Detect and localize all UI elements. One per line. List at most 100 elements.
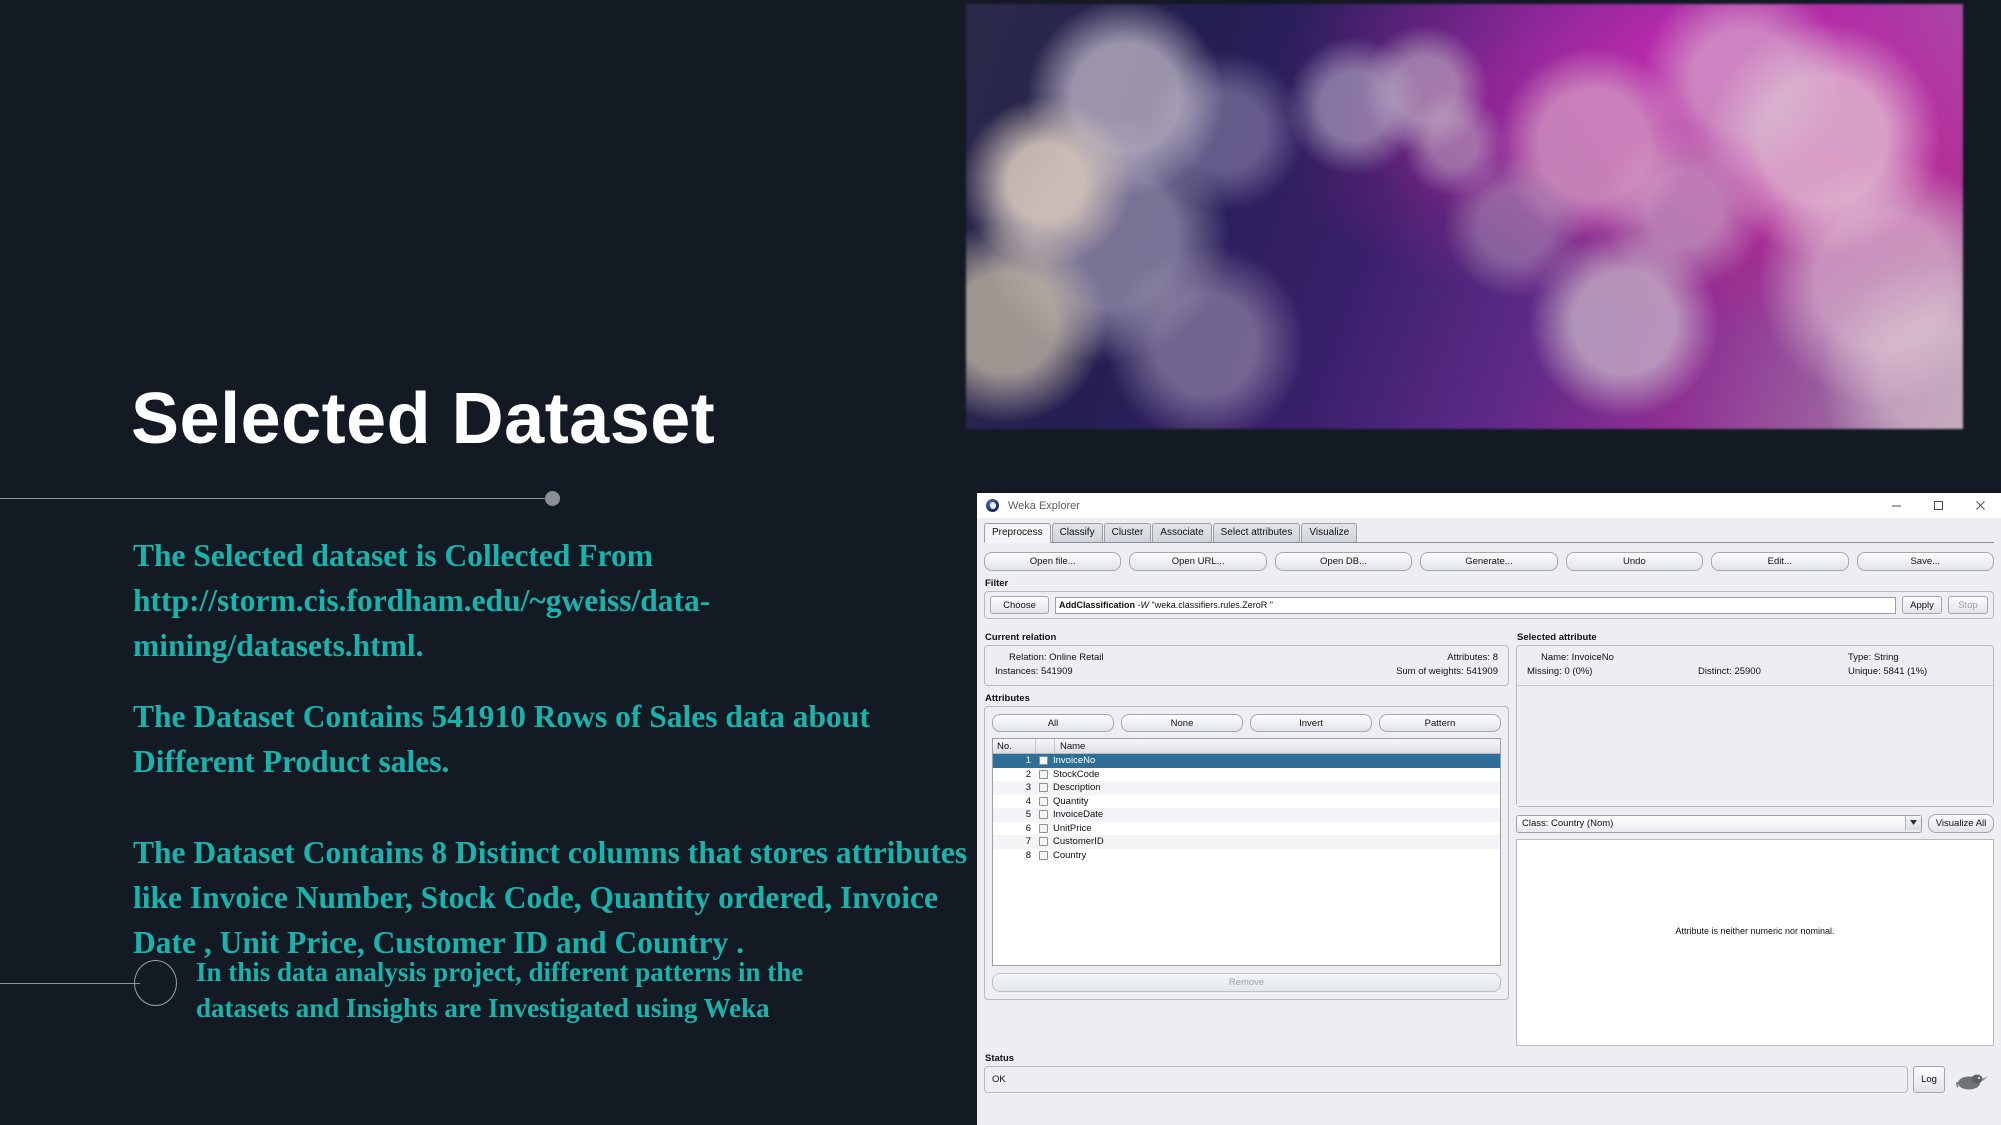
attribute-distinct-value: 25900	[1734, 666, 1761, 677]
table-row[interactable]: 6 UnitPrice	[993, 822, 1500, 836]
filter-flag: -W	[1137, 600, 1150, 610]
row-checkbox[interactable]	[1039, 850, 1048, 860]
weka-bird-icon[interactable]	[1950, 1068, 1994, 1093]
apply-filter-button[interactable]: Apply	[1902, 596, 1942, 614]
minimize-icon[interactable]	[1875, 493, 1917, 518]
table-row[interactable]: 3 Description	[993, 781, 1500, 795]
class-selector-row: Class: Country (Nom) Visualize All	[1516, 814, 1994, 833]
page-title: Selected Dataset	[131, 379, 716, 459]
row-number: 8	[1025, 849, 1031, 861]
row-attribute-name: Country	[1053, 849, 1087, 861]
relation-key: Relation:	[1009, 652, 1047, 663]
chevron-down-icon[interactable]	[1905, 815, 1921, 830]
bullet-text: In this data analysis project, different…	[196, 957, 804, 1023]
attribute-missing-key: Missing:	[1527, 666, 1562, 677]
open-file-button[interactable]: Open file...	[984, 552, 1122, 571]
window-titlebar: Weka Explorer	[977, 493, 2001, 518]
status-message: OK	[984, 1066, 1908, 1093]
attribute-name-value: InvoiceNo	[1571, 652, 1614, 663]
row-attribute-name: CustomerID	[1053, 836, 1104, 848]
paragraph-dataset-rows: The Dataset Contains 541910 Rows of Sale…	[133, 699, 870, 779]
attribute-missing-value: 0 (0%)	[1564, 666, 1593, 677]
attribute-unique-row: Unique: 5841 (1%)	[1848, 665, 1983, 679]
attribute-select-buttons: All None Invert Pattern	[985, 707, 1508, 738]
weights-value: 541909	[1466, 666, 1498, 677]
row-checkbox[interactable]	[1039, 796, 1048, 806]
attributes-key: Attributes:	[1447, 652, 1491, 663]
selected-attribute-label: Selected attribute	[1517, 632, 1597, 643]
bullet-connector-line	[0, 983, 140, 984]
title-divider-line	[0, 498, 551, 499]
row-checkbox[interactable]	[1039, 756, 1048, 766]
row-checkbox[interactable]	[1039, 769, 1048, 779]
tab-associate[interactable]: Associate	[1152, 523, 1212, 542]
weka-explorer-window: Weka Explorer Preprocess Classify Cluste…	[977, 493, 2001, 1125]
undo-button[interactable]: Undo	[1565, 552, 1704, 571]
column-header-name: Name	[1060, 740, 1086, 752]
attribute-unique-key: Unique:	[1848, 666, 1881, 677]
pattern-button[interactable]: Pattern	[1379, 714, 1501, 732]
window-content: Preprocess Classify Cluster Associate Se…	[977, 521, 2001, 1125]
row-checkbox[interactable]	[1039, 823, 1048, 833]
save-button[interactable]: Save...	[1856, 552, 1994, 571]
window-title: Weka Explorer	[1008, 499, 1080, 512]
attributes-table[interactable]: No. Name 1 InvoiceNo 2 StockCode 3 Descr…	[992, 738, 1501, 966]
tab-visualize[interactable]: Visualize	[1301, 523, 1358, 542]
attributes-value: 8	[1492, 652, 1498, 663]
attribute-unique-value: 5841 (1%)	[1883, 666, 1928, 677]
weka-logo-icon	[986, 499, 999, 512]
filter-panel: Choose AddClassification -W "weka.classi…	[984, 591, 1994, 619]
table-row[interactable]: 5 InvoiceDate	[993, 808, 1500, 822]
row-checkbox[interactable]	[1039, 837, 1048, 847]
log-button[interactable]: Log	[1913, 1066, 1945, 1093]
row-number: 3	[1025, 782, 1031, 794]
invert-selection-button[interactable]: Invert	[1250, 714, 1372, 732]
current-relation-panel: Relation: Online Retail Instances: 54190…	[984, 645, 1509, 686]
attribute-distinct-row2: Distinct: 25900	[1698, 665, 1848, 679]
column-header-no: No.	[993, 739, 1036, 753]
column-header-checkbox	[1036, 739, 1055, 753]
attribute-type-key: Type:	[1848, 652, 1872, 663]
generate-button[interactable]: Generate...	[1420, 552, 1558, 571]
table-row[interactable]: 4 Quantity	[993, 795, 1500, 809]
tab-cluster[interactable]: Cluster	[1103, 523, 1152, 542]
sum-weights-row: Sum of weights: 541909	[1396, 665, 1498, 679]
table-row[interactable]: 1 InvoiceNo	[993, 754, 1500, 768]
tab-select-attributes[interactable]: Select attributes	[1212, 523, 1301, 542]
attributes-count-row: Attributes: 8	[1396, 651, 1498, 665]
open-db-button[interactable]: Open DB...	[1274, 552, 1413, 571]
tab-preprocess[interactable]: Preprocess	[984, 523, 1051, 543]
row-number: 4	[1025, 795, 1031, 807]
attribute-type-value: String	[1873, 652, 1899, 663]
window-controls	[1875, 493, 2001, 518]
row-checkbox[interactable]	[1039, 810, 1048, 820]
table-row[interactable]: 2 StockCode	[993, 768, 1500, 782]
stop-filter-button: Stop	[1948, 596, 1988, 614]
row-number: 5	[1025, 809, 1031, 821]
table-row[interactable]: 8 Country	[993, 849, 1500, 863]
visualization-plot-area[interactable]: Attribute is neither numeric nor nominal…	[1516, 839, 1994, 1046]
filter-value-field[interactable]: AddClassification -W "weka.classifiers.r…	[1055, 596, 1896, 614]
close-icon[interactable]	[1959, 493, 2001, 518]
tab-classify[interactable]: Classify	[1051, 523, 1103, 542]
attributes-panel: All None Invert Pattern No. Name 1 Invoi…	[984, 706, 1509, 1000]
class-select[interactable]: Class: Country (Nom)	[1516, 814, 1922, 833]
attribute-missing-row: Missing: 0 (0%)	[1527, 665, 1698, 679]
attribute-stats-placeholder	[1517, 686, 1993, 806]
table-row[interactable]: 7 CustomerID	[993, 835, 1500, 849]
paragraph-dataset-columns: The Dataset Contains 8 Distinct columns …	[133, 835, 968, 960]
left-column: Current relation Relation: Online Retail…	[984, 625, 1509, 1046]
status-section: Status OK Log	[984, 1053, 1994, 1093]
maximize-icon[interactable]	[1917, 493, 1959, 518]
right-column: Selected attribute Name: InvoiceNo Missi…	[1516, 625, 1994, 1046]
select-none-button[interactable]: None	[1121, 714, 1243, 732]
row-attribute-name: InvoiceDate	[1053, 809, 1104, 821]
row-checkbox[interactable]	[1039, 783, 1048, 793]
select-all-button[interactable]: All	[992, 714, 1114, 732]
row-number: 2	[1025, 768, 1031, 780]
edit-button[interactable]: Edit...	[1711, 552, 1849, 571]
remove-attribute-button: Remove	[992, 973, 1501, 992]
choose-filter-button[interactable]: Choose	[990, 596, 1049, 614]
open-url-button[interactable]: Open URL...	[1129, 552, 1267, 571]
visualize-all-button[interactable]: Visualize All	[1928, 814, 1994, 833]
